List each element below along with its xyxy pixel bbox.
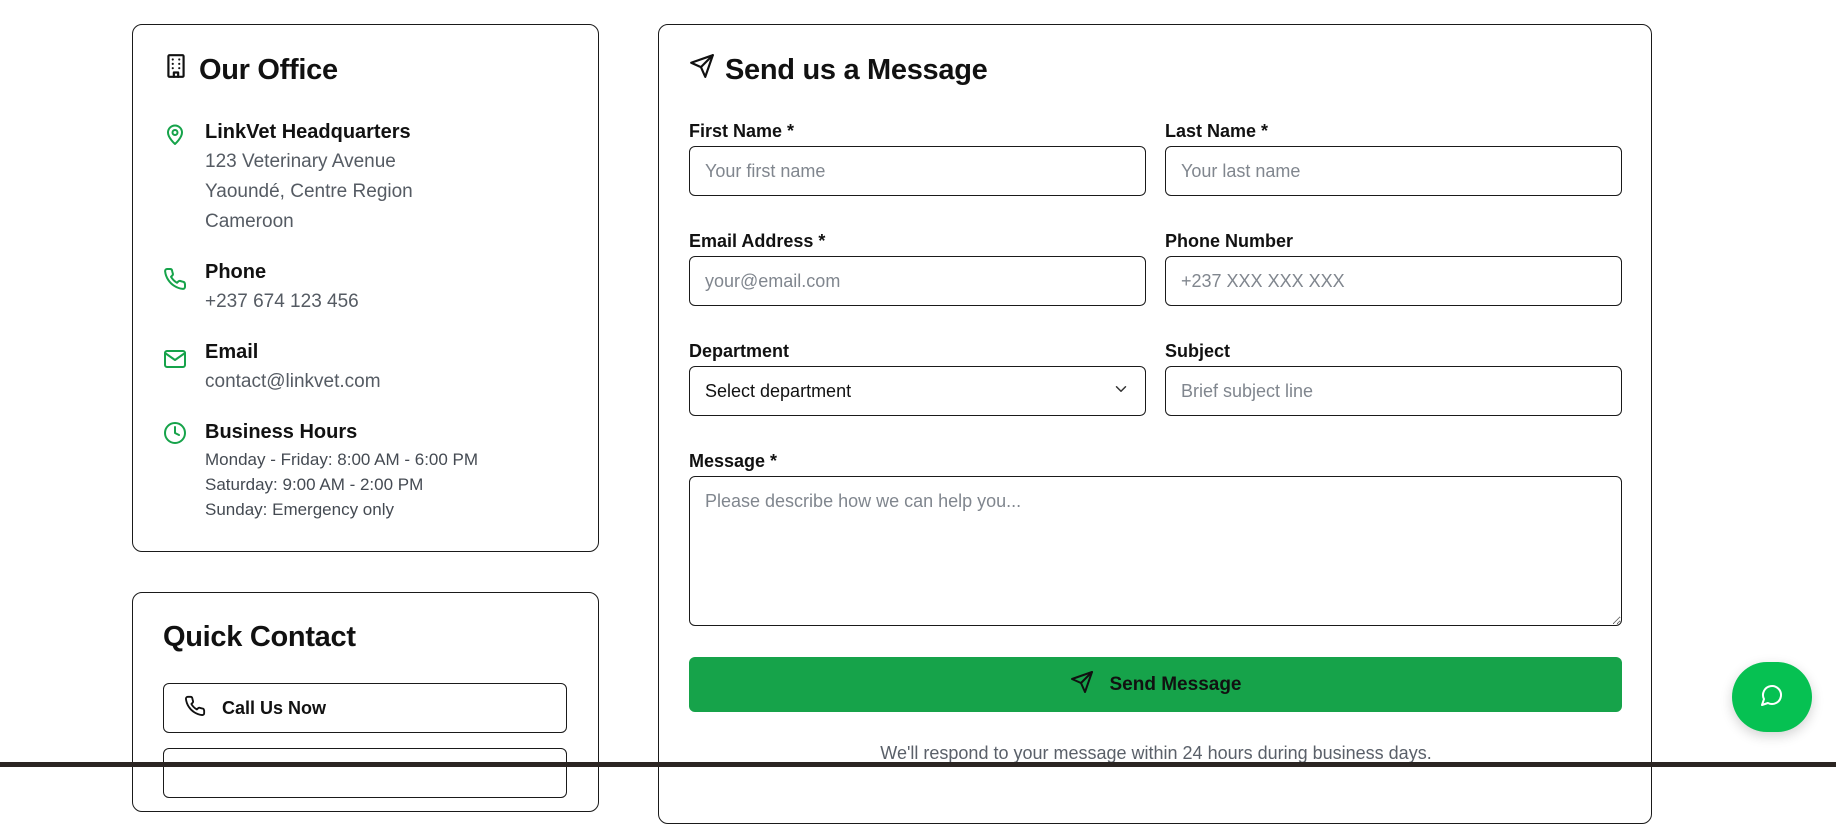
send-icon xyxy=(1070,670,1094,700)
page-bottom-border xyxy=(0,762,1836,767)
quick-contact-title: Quick Contact xyxy=(163,621,356,653)
mail-icon xyxy=(163,347,187,371)
response-time-note: We'll respond to your message within 24 … xyxy=(880,743,1432,763)
email-value: contact@linkvet.com xyxy=(205,371,381,392)
chat-button[interactable] xyxy=(1732,662,1812,732)
address-line-3: Cameroon xyxy=(205,211,294,232)
map-pin-icon xyxy=(163,123,187,147)
quick-contact-card: Quick Contact Call Us Now xyxy=(132,592,599,812)
address-line-1: 123 Veterinary Avenue xyxy=(205,151,396,172)
hours-line-saturday: Saturday: 9:00 AM - 2:00 PM xyxy=(205,475,424,494)
office-title: Our Office xyxy=(163,53,338,87)
hours-title: Business Hours xyxy=(205,421,358,443)
hours-line-weekday: Monday - Friday: 8:00 AM - 6:00 PM xyxy=(205,450,479,469)
send-message-label: Send Message xyxy=(1109,673,1242,695)
building-icon xyxy=(163,53,189,87)
hours-item: Business Hours Monday - Friday: 8:00 AM … xyxy=(163,417,478,522)
message-textarea[interactable] xyxy=(689,476,1622,626)
call-us-label: Call Us Now xyxy=(222,697,327,718)
last-name-input[interactable] xyxy=(1165,146,1622,196)
department-select-value: Select department xyxy=(705,380,852,401)
phone-icon xyxy=(184,695,206,722)
department-label: Department xyxy=(689,341,790,361)
send-message-button[interactable]: Send Message xyxy=(689,657,1622,712)
email-title: Email xyxy=(205,341,259,363)
send-icon xyxy=(689,53,715,87)
message-label: Message * xyxy=(689,451,778,471)
message-form-title-text: Send us a Message xyxy=(725,53,988,86)
address-item: LinkVet Headquarters 123 Veterinary Aven… xyxy=(163,117,413,237)
department-select[interactable]: Select department xyxy=(689,366,1146,416)
subject-input[interactable] xyxy=(1165,366,1622,416)
email-input[interactable] xyxy=(689,256,1146,306)
office-title-text: Our Office xyxy=(199,53,338,86)
email-item: Email contact@linkvet.com xyxy=(163,337,381,397)
call-us-button[interactable]: Call Us Now xyxy=(163,683,567,733)
clock-icon xyxy=(163,421,187,445)
chat-bubble-icon xyxy=(1760,683,1784,712)
address-line-2: Yaoundé, Centre Region xyxy=(205,181,413,202)
address-title: LinkVet Headquarters xyxy=(205,121,411,143)
chevron-down-icon xyxy=(1112,380,1130,403)
phone-value: +237 674 123 456 xyxy=(205,291,359,312)
phone-title: Phone xyxy=(205,261,267,283)
phone-icon xyxy=(163,267,187,291)
message-form-card: Send us a Message First Name * Last Name… xyxy=(658,24,1652,824)
quick-contact-second-button[interactable] xyxy=(163,748,567,798)
phone-number-input[interactable] xyxy=(1165,256,1622,306)
phone-number-label: Phone Number xyxy=(1165,231,1294,251)
first-name-input[interactable] xyxy=(689,146,1146,196)
phone-item: Phone +237 674 123 456 xyxy=(163,257,359,317)
email-label: Email Address * xyxy=(689,231,826,251)
first-name-label: First Name * xyxy=(689,121,795,141)
hours-line-sunday: Sunday: Emergency only xyxy=(205,500,394,519)
message-form-title: Send us a Message xyxy=(689,53,988,87)
last-name-label: Last Name * xyxy=(1165,121,1269,141)
office-card: Our Office LinkVet Headquarters 123 Vete… xyxy=(132,24,599,552)
subject-label: Subject xyxy=(1165,341,1231,361)
